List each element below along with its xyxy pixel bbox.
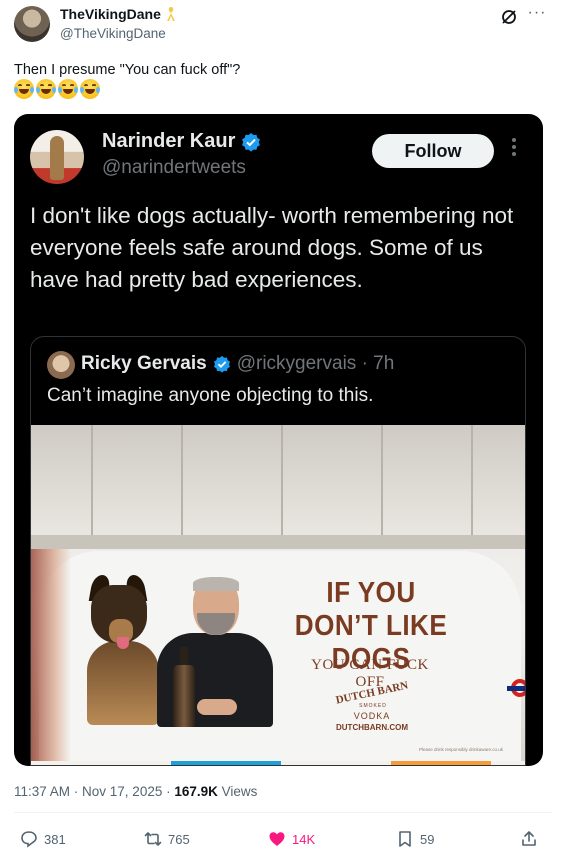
quoted-author-avatar [47, 351, 75, 379]
vodka-bottle [173, 647, 195, 727]
follow-button: Follow [372, 134, 494, 168]
station-ceiling [31, 425, 525, 535]
quoted-tweet-text: Can’t imagine anyone objecting to this. [47, 385, 374, 406]
like-icon [269, 832, 285, 846]
views-count[interactable]: 167.9K [174, 784, 218, 799]
joy-emoji-icon [80, 79, 100, 99]
author-name[interactable]: TheVikingDane [60, 6, 161, 22]
tunnel-band [31, 535, 525, 549]
ad-url: DUTCHBARN.COM [336, 723, 408, 732]
ribbon-icon [165, 6, 177, 22]
emoji-row [14, 79, 100, 99]
share-icon [522, 831, 536, 846]
verified-icon [241, 132, 261, 152]
poster-edge [31, 549, 71, 765]
author-avatar[interactable] [14, 6, 50, 42]
bookmark-icon [399, 831, 411, 847]
views-label: Views [217, 784, 258, 799]
share-button[interactable] [520, 830, 538, 848]
divider [14, 812, 552, 813]
bookmark-button[interactable]: 59 [396, 830, 434, 848]
embedded-author-name: Narinder Kaur [102, 130, 236, 152]
more-icon[interactable]: ··· [526, 5, 548, 26]
ad-product: VODKA [353, 711, 391, 721]
reply-icon [21, 831, 37, 848]
like-count: 14K [292, 831, 316, 847]
ad-subline: YOU CAN FUCK OFF [311, 657, 429, 690]
reply-count: 381 [44, 831, 66, 847]
billboard-photo: IF YOU DON’T LIKE DOGS YOU CAN FUCK OFF … [31, 425, 525, 765]
joy-emoji-icon [58, 79, 78, 99]
platform-stripe [31, 761, 525, 765]
quoted-author-handle: @rickygervais · 7h [236, 353, 395, 374]
ad-fine-print: Please drink responsibly drinkaware.co.u… [418, 747, 503, 752]
repost-icon [144, 832, 162, 846]
repost-count: 765 [168, 831, 190, 847]
embedded-tweet-text: I don't like dogs actually- worth rememb… [30, 203, 514, 292]
embedded-more-icon [510, 138, 518, 164]
like-button[interactable]: 14K [268, 830, 315, 848]
embedded-author-handle: @narindertweets [102, 157, 246, 178]
quoted-tweet: Ricky Gervais @rickygervais · 7h Can’t i… [30, 336, 526, 766]
bookmark-count: 59 [420, 831, 435, 847]
post-meta: 11:37 AM · Nov 17, 2025 · 167.9K Views [14, 784, 257, 799]
verified-icon [213, 355, 231, 373]
author-handle[interactable]: @TheVikingDane [60, 26, 166, 41]
embedded-author-name-row: Narinder Kaur [102, 130, 261, 153]
post-text: Then I presume "You can fuck off"? [14, 62, 241, 78]
post: TheVikingDane @TheVikingDane ··· Then I … [0, 0, 566, 862]
underground-roundel-icon [507, 679, 525, 697]
post-timestamp[interactable]: 11:37 AM · Nov 17, 2025 · [14, 784, 174, 799]
embedded-author-avatar [30, 130, 84, 184]
grok-icon[interactable] [500, 8, 518, 26]
reply-button[interactable]: 381 [20, 830, 66, 848]
dog-figure [87, 575, 159, 725]
ad-brand-sub: SMOKED [359, 703, 387, 709]
quoted-author-name: Ricky Gervais [81, 353, 207, 374]
author-name-row: TheVikingDane [60, 6, 177, 22]
repost-button[interactable]: 765 [144, 830, 190, 848]
joy-emoji-icon [36, 79, 56, 99]
joy-emoji-icon [14, 79, 34, 99]
embedded-screenshot[interactable]: Narinder Kaur @narindertweets Follow I d… [14, 114, 543, 766]
quoted-author-row: Ricky Gervais @rickygervais · 7h [81, 353, 394, 375]
